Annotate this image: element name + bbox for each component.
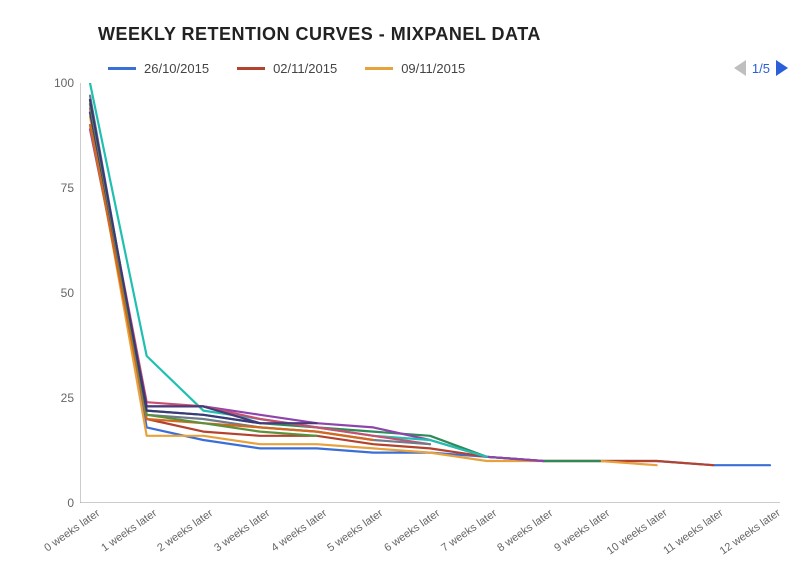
y-tick-label: 75 [61, 181, 74, 195]
x-tick-label: 7 weeks later [439, 507, 499, 554]
plot-area: 0255075100 0 weeks later1 weeks later2 w… [80, 83, 780, 503]
x-tick-label: 3 weeks later [212, 507, 272, 554]
x-tick-label: 11 weeks later [662, 507, 726, 557]
chart-title: WEEKLY RETENTION CURVES - MIXPANEL DATA [98, 24, 780, 45]
x-tick-label: 8 weeks later [496, 507, 556, 554]
x-tick-label: 4 weeks later [269, 507, 329, 554]
series-line [90, 104, 317, 436]
series-group [90, 83, 770, 465]
x-tick-label: 12 weeks later [718, 507, 783, 558]
legend-label-2: 02/11/2015 [273, 61, 337, 76]
retention-chart: WEEKLY RETENTION CURVES - MIXPANEL DATA … [0, 0, 800, 567]
x-tick-label: 2 weeks later [156, 507, 216, 554]
x-tick-label: 10 weeks later [604, 507, 669, 558]
plot-svg [80, 83, 780, 503]
legend-label-3: 09/11/2015 [401, 61, 465, 76]
series-line [90, 104, 770, 465]
x-tick-label: 1 weeks later [99, 507, 159, 554]
legend-item-3[interactable]: 09/11/2015 [365, 61, 465, 76]
x-tick-label: 0 weeks later [42, 507, 102, 554]
y-tick-label: 0 [67, 496, 74, 510]
series-line [90, 112, 317, 423]
y-axis: 0255075100 [46, 83, 80, 503]
legend-prev-icon[interactable] [734, 60, 746, 76]
legend-swatch-3 [365, 67, 393, 70]
x-tick-label: 9 weeks later [552, 507, 612, 554]
x-axis: 0 weeks later1 weeks later2 weeks later3… [80, 503, 780, 583]
legend-page-indicator: 1/5 [752, 61, 770, 76]
series-line [90, 83, 487, 457]
legend-swatch-1 [108, 67, 136, 70]
legend-swatch-2 [237, 67, 265, 70]
legend-next-icon[interactable] [776, 60, 788, 76]
legend-item-2[interactable]: 02/11/2015 [237, 61, 337, 76]
y-tick-label: 25 [61, 391, 74, 405]
chart-legend: 26/10/2015 02/11/2015 09/11/2015 1/5 [108, 53, 788, 83]
legend-label-1: 26/10/2015 [144, 61, 209, 76]
y-tick-label: 50 [61, 286, 74, 300]
x-tick-label: 6 weeks later [382, 507, 442, 554]
y-tick-label: 100 [54, 76, 74, 90]
x-tick-label: 5 weeks later [326, 507, 386, 554]
legend-pager: 1/5 [734, 60, 788, 76]
legend-item-1[interactable]: 26/10/2015 [108, 61, 209, 76]
